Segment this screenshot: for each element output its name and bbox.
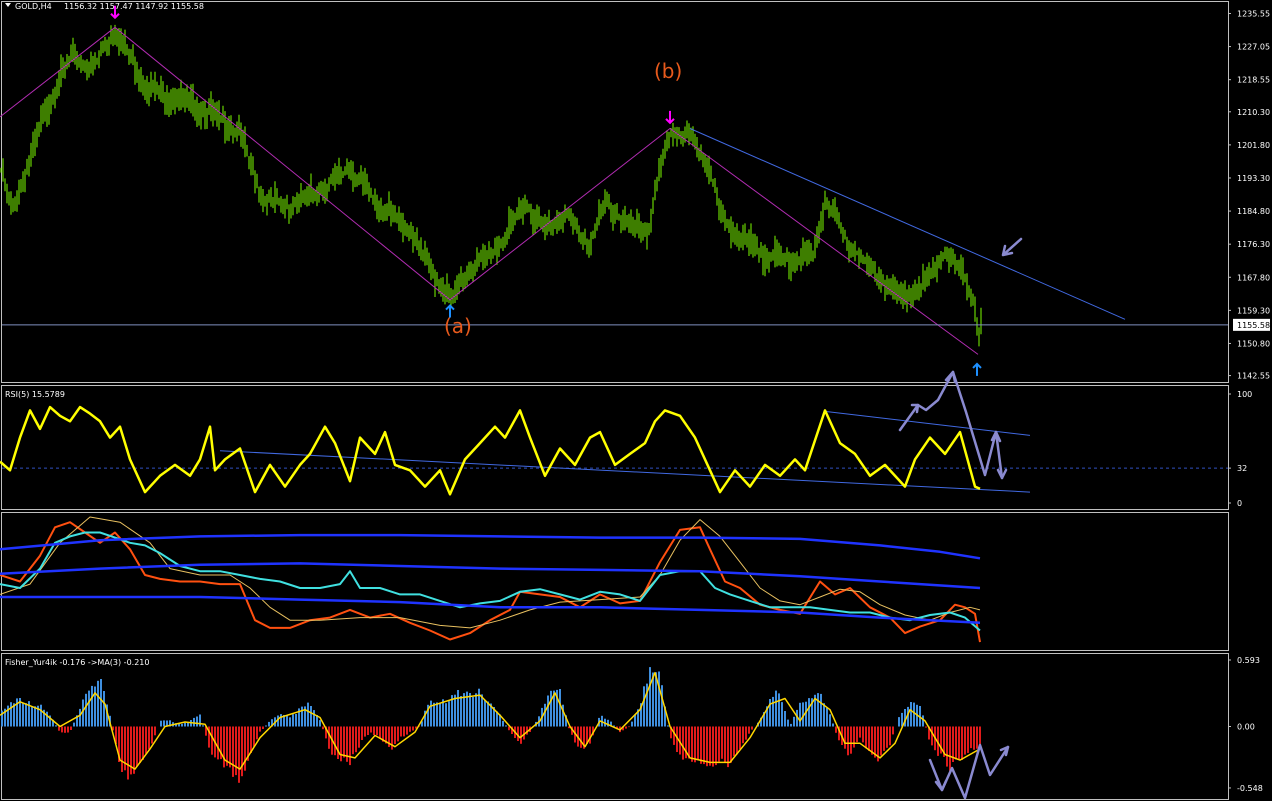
price-tick-label: 1176.30 [1237,240,1270,249]
price-tick-label: 1227.05 [1237,43,1270,52]
current-price-label: 1155.58 [1237,321,1270,330]
price-tick-label: 1184.80 [1237,207,1270,216]
price-tick-label: 1201.80 [1237,141,1270,150]
price-tick-label: 1218.55 [1237,76,1270,85]
fisher-tick-label: 0.00 [1237,723,1255,732]
chart-background [0,0,1272,801]
rsi-tick-label: 0 [1237,499,1242,508]
price-tick-label: 1193.30 [1237,174,1270,183]
fisher-tick-label: -0.548 [1237,784,1263,793]
symbol-label: GOLD,H4 [15,2,52,11]
ohlc-label: 1156.32 1157.47 1147.92 1155.58 [64,2,204,11]
price-tick-label: 1142.55 [1237,372,1270,381]
wave-label-b: (b) [654,59,682,83]
price-tick-label: 1235.55 [1237,9,1270,18]
price-tick-label: 1159.30 [1237,306,1270,315]
fisher-tick-label: 0.593 [1237,656,1260,665]
trading-chart[interactable]: 1235.55 1227.05 1218.55 1210.30 1201.80 1193.… [0,0,1272,801]
rsi-tick-label: 32 [1237,464,1247,473]
fisher-header: Fisher_Yur4ik -0.176 ->MA(3) -0.210 [5,658,149,667]
rsi-header: RSI(5) 15.5789 [5,390,65,399]
price-tick-label: 1210.30 [1237,108,1270,117]
price-tick-label: 1167.80 [1237,273,1270,282]
rsi-tick-label: 100 [1237,390,1252,399]
price-tick-label: 1150.80 [1237,339,1270,348]
wave-label-a: (a) [444,314,472,338]
